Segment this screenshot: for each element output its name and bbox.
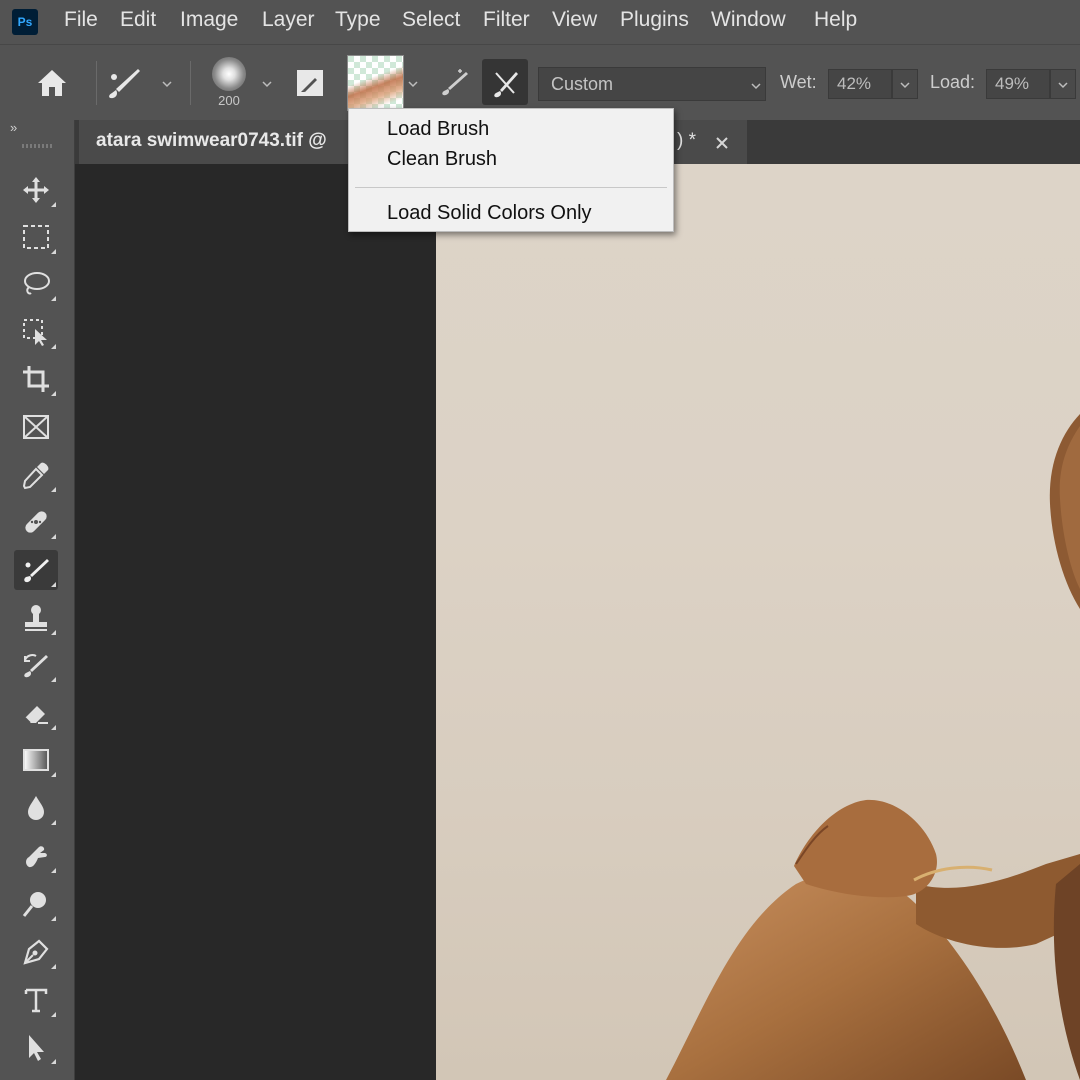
eyedropper-icon[interactable] — [14, 455, 58, 495]
frame-icon[interactable] — [14, 407, 58, 447]
menu-view[interactable]: View — [552, 8, 597, 32]
gradient-icon[interactable] — [14, 740, 58, 780]
load-input[interactable]: 49% — [986, 69, 1050, 99]
document-tab-title: atara swimwear0743.tif @ — [96, 130, 327, 151]
stamp-icon[interactable] — [14, 598, 58, 638]
home-icon[interactable] — [34, 65, 70, 101]
menu-type[interactable]: Type — [335, 8, 381, 32]
pen-icon[interactable] — [14, 932, 58, 972]
menu-plugins[interactable]: Plugins — [620, 8, 689, 32]
path-select-icon[interactable] — [14, 1027, 58, 1067]
tools-panel: » — [0, 120, 75, 1080]
blending-preset-value: Custom — [551, 74, 614, 94]
brush-size-value: 200 — [218, 93, 240, 108]
lasso-icon[interactable] — [14, 264, 58, 304]
chevron-down-icon — [900, 82, 910, 89]
brush-tip-preview[interactable] — [212, 57, 246, 91]
image-canvas[interactable] — [436, 164, 1080, 1080]
blending-preset-dropdown[interactable]: Custom — [538, 67, 766, 101]
photoshop-logo: Ps — [12, 9, 38, 35]
chevron-down-icon[interactable] — [160, 77, 174, 91]
menu-item-load-solid-colors-only[interactable]: Load Solid Colors Only — [387, 202, 592, 225]
menu-file[interactable]: File — [64, 8, 98, 32]
history-brush-icon[interactable] — [14, 645, 58, 685]
load-brush-after-stroke-icon[interactable] — [438, 65, 472, 99]
chevron-down-icon — [1058, 82, 1068, 89]
menu-image[interactable]: Image — [180, 8, 238, 32]
healing-icon[interactable] — [14, 502, 58, 542]
mixer-brush-icon[interactable] — [14, 550, 58, 590]
menu-bar: Ps File Edit Image Layer Type Select Fil… — [0, 0, 1080, 44]
wet-input[interactable]: 42% — [828, 69, 892, 99]
menu-layer[interactable]: Layer — [262, 8, 315, 32]
crop-icon[interactable] — [14, 359, 58, 399]
blur-icon[interactable] — [14, 788, 58, 828]
current-brush-load-swatch[interactable] — [347, 55, 404, 111]
brush-settings-panel-icon[interactable] — [294, 67, 326, 99]
smudge-icon[interactable] — [14, 836, 58, 876]
panel-collapse-icon[interactable]: » — [10, 120, 17, 135]
menu-select[interactable]: Select — [402, 8, 460, 32]
panel-grip[interactable] — [22, 144, 52, 148]
marquee-icon[interactable] — [14, 217, 58, 257]
menu-window[interactable]: Window — [711, 8, 786, 32]
workspace — [75, 164, 1080, 1080]
brush-load-context-menu: Load Brush Clean Brush Load Solid Colors… — [348, 108, 674, 232]
load-label: Load: — [930, 72, 976, 92]
clean-brush-after-stroke-icon[interactable] — [482, 59, 528, 105]
dodge-icon[interactable] — [14, 884, 58, 924]
document-tab-suffix: ) * — [677, 130, 696, 151]
photo-content — [666, 414, 1080, 1080]
menu-filter[interactable]: Filter — [483, 8, 530, 32]
wet-label: Wet: — [780, 72, 817, 92]
object-select-icon[interactable] — [14, 312, 58, 352]
menu-edit[interactable]: Edit — [120, 8, 156, 32]
load-dropdown-button[interactable] — [1050, 69, 1076, 99]
wet-value: 42% — [837, 74, 872, 93]
menu-help[interactable]: Help — [814, 8, 857, 32]
type-icon[interactable] — [14, 980, 58, 1020]
chevron-down-icon[interactable] — [406, 77, 420, 91]
menu-item-load-brush[interactable]: Load Brush — [387, 118, 489, 141]
load-value: 49% — [995, 74, 1030, 93]
chevron-down-icon[interactable] — [260, 77, 274, 91]
eraser-icon[interactable] — [14, 693, 58, 733]
wet-dropdown-button[interactable] — [892, 69, 918, 99]
menu-item-clean-brush[interactable]: Clean Brush — [387, 148, 497, 171]
close-icon[interactable] — [711, 132, 733, 154]
move-icon[interactable] — [14, 170, 58, 210]
chevron-down-icon — [751, 83, 761, 90]
menu-separator — [355, 187, 667, 188]
mixer-brush-preset-icon[interactable] — [104, 63, 144, 103]
